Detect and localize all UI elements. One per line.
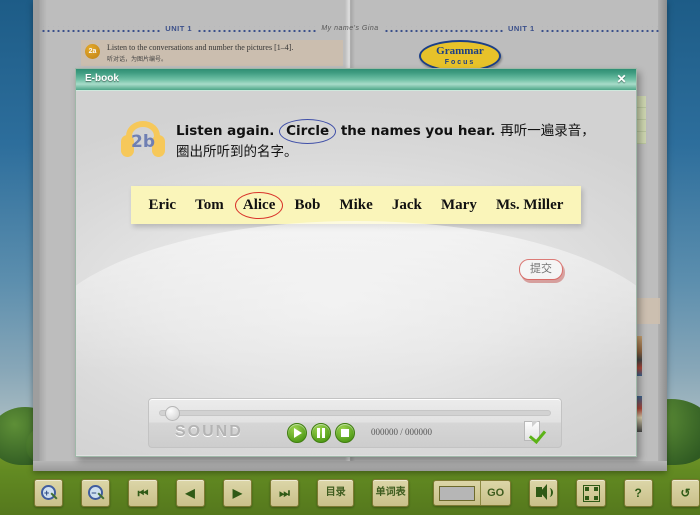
running-head-unit-right: UNIT 1 (507, 24, 535, 33)
book-right-edge (658, 0, 667, 471)
circled-word: Circle (279, 119, 337, 144)
dialog-title: E-book (85, 73, 119, 84)
app-root: UNIT 1 My name's Gina UNIT 1 2a Listen t… (0, 0, 700, 515)
previous-page-icon: ◀ (185, 486, 195, 500)
wordlist-button[interactable]: 单词表 (372, 479, 410, 507)
first-page-button[interactable]: ⏮ (128, 479, 158, 507)
corner-marker (594, 487, 599, 491)
name-option-label: Mike (339, 196, 373, 213)
dialog-body: 2b Listen again. Circle the names you he… (76, 91, 636, 455)
help-icon: ? (634, 486, 642, 500)
dialog-title-bar: E-book ✕ (76, 69, 636, 91)
speaker-body (536, 484, 548, 500)
running-head: UNIT 1 My name's Gina UNIT 1 (41, 24, 660, 33)
name-options-strip: Eric Tom Alice Bob Mike Jack Mary Ms. Mi… (131, 186, 581, 224)
name-option-tom[interactable]: Tom (191, 195, 228, 216)
exercise-2a-english: Listen to the conversations and number t… (107, 43, 294, 52)
pause-icon[interactable] (311, 423, 331, 443)
name-option-label: Ms. Miller (495, 196, 564, 213)
circled-word-label: Circle (286, 123, 330, 139)
exercise-2b-badge: 2b (131, 132, 155, 152)
bottom-toolbar: + − ⏮ ◀ ▶ ⏭ 目录 单词表 GO ? ↺ (0, 471, 700, 515)
pause-bar (317, 428, 320, 438)
running-head-unit-left: UNIT 1 (165, 24, 193, 33)
instruction-part-before: Listen again. (176, 123, 275, 139)
pause-bar (322, 428, 325, 438)
name-option-label: Alice (242, 196, 276, 213)
contents-button[interactable]: 目录 (317, 479, 355, 507)
close-icon[interactable]: ✕ (614, 72, 629, 87)
running-head-dots (383, 25, 503, 32)
plus-sign: + (44, 488, 50, 498)
audio-progress-knob[interactable] (165, 406, 180, 421)
running-head-dots (41, 25, 161, 32)
go-button[interactable]: GO (480, 481, 510, 505)
running-head-dots (197, 25, 317, 32)
help-button[interactable]: ? (623, 479, 653, 507)
name-option-label: Mary (441, 196, 477, 213)
audio-time-display: 000000 / 000000 (371, 427, 433, 437)
speaker-wave (546, 488, 554, 497)
refresh-button[interactable]: ↺ (670, 479, 700, 507)
name-option-mike[interactable]: Mike (335, 195, 376, 216)
name-option-label: Eric (148, 196, 177, 213)
name-option-alice[interactable]: Alice (234, 191, 284, 219)
page-number-input[interactable] (439, 485, 476, 501)
instruction-part-after: the names you hear. (340, 123, 496, 139)
fullscreen-icon[interactable] (576, 479, 606, 507)
exercise-2a-block: 2a Listen to the conversations and numbe… (81, 40, 343, 66)
name-option-label: Bob (294, 196, 321, 213)
corner-marker (594, 496, 599, 500)
grammar-focus-line2: Focus (444, 59, 476, 66)
next-page-icon: ▶ (232, 486, 242, 500)
last-page-icon: ⏭ (279, 486, 290, 500)
name-option-eric[interactable]: Eric (145, 195, 181, 216)
audio-progress-track[interactable] (159, 410, 551, 416)
instruction-text: Listen again. Circle the names you hear.… (176, 119, 601, 163)
headphones-icon: 2b (121, 121, 165, 161)
book-bottom-edge (33, 461, 667, 471)
document-check-icon[interactable] (523, 421, 547, 444)
audio-player: SOUND 000000 / 000000 (148, 398, 562, 448)
name-option-label: Tom (195, 196, 224, 213)
previous-page-button[interactable]: ◀ (175, 479, 205, 507)
volume-icon[interactable] (529, 479, 559, 507)
minus-sign: − (91, 488, 97, 498)
first-page-icon: ⏮ (137, 486, 149, 500)
corner-marker (585, 487, 590, 491)
play-icon[interactable] (287, 423, 307, 443)
running-head-title: My name's Gina (321, 25, 379, 32)
ebook-dialog: E-book ✕ 2b Listen again. Circle the nam… (75, 68, 637, 457)
page-jump-group: GO (433, 480, 512, 506)
corner-marker (585, 496, 590, 500)
zoom-in-icon[interactable]: + (34, 479, 64, 507)
next-page-button[interactable]: ▶ (222, 479, 252, 507)
name-option-ms-miller[interactable]: Ms. Miller (492, 195, 567, 216)
grammar-focus-line1: Grammar (436, 45, 484, 57)
name-option-jack[interactable]: Jack (388, 195, 426, 216)
exercise-2a-chinese: 听对话，为图片编号。 (107, 57, 168, 63)
running-head-dots (539, 25, 660, 32)
fullscreen-frame (583, 485, 601, 502)
exercise-2a-badge: 2a (85, 44, 100, 59)
play-triangle (294, 428, 302, 438)
zoom-out-icon[interactable]: − (81, 479, 111, 507)
exercise-instruction: 2b Listen again. Circle the names you he… (121, 119, 601, 163)
audio-player-label: SOUND (175, 423, 243, 440)
stop-icon[interactable] (335, 423, 355, 443)
name-option-label: Jack (391, 196, 422, 213)
name-option-mary[interactable]: Mary (437, 195, 481, 216)
refresh-icon: ↺ (680, 486, 691, 500)
stop-square (341, 429, 349, 437)
submit-button[interactable]: 提交 (519, 259, 563, 280)
last-page-button[interactable]: ⏭ (269, 479, 300, 507)
name-option-bob[interactable]: Bob (290, 195, 324, 216)
